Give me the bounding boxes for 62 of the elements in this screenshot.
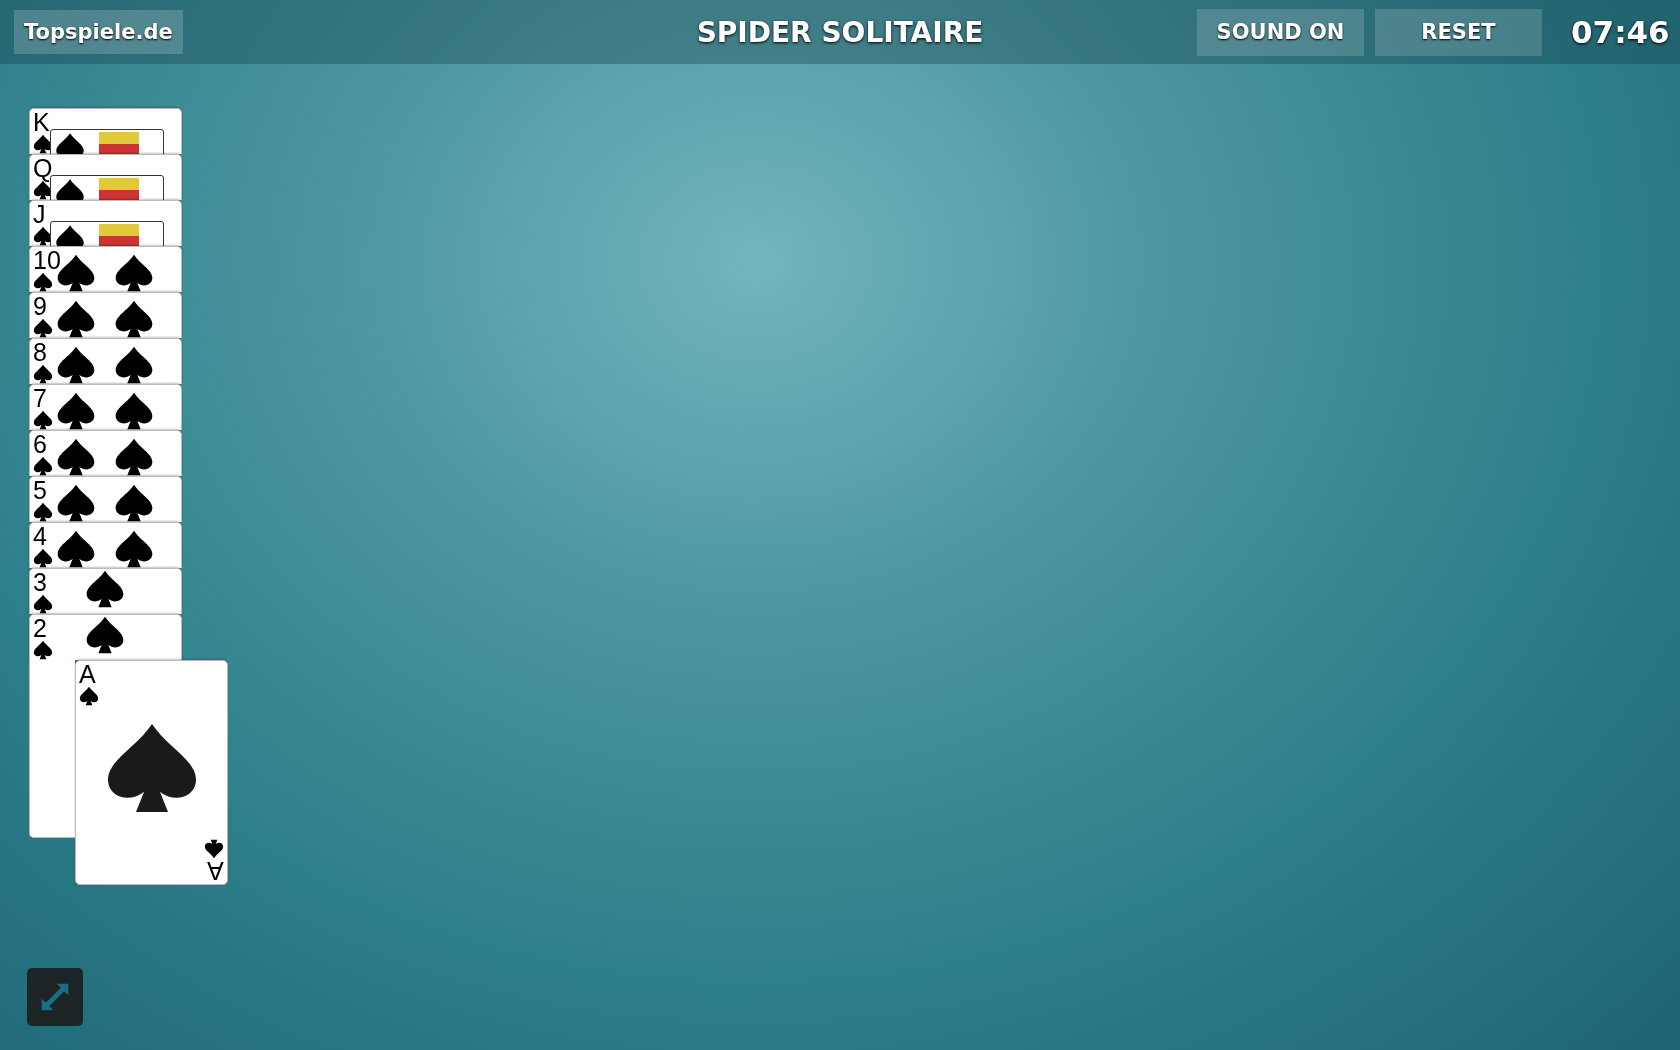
spade-icon <box>33 502 53 522</box>
playing-card[interactable]: 9 <box>29 292 182 338</box>
playing-card[interactable]: K <box>29 108 182 154</box>
playing-card[interactable]: 5 <box>29 476 182 522</box>
playing-card[interactable]: 6 <box>29 430 182 476</box>
card-rank: J <box>33 201 46 227</box>
playing-card[interactable]: 4 <box>29 522 182 568</box>
card-rank: Q <box>33 155 53 181</box>
card-rank: A <box>207 858 224 884</box>
card-rank: 10 <box>33 247 61 273</box>
playing-card[interactable]: A A <box>75 660 228 885</box>
card-rank: 3 <box>33 569 47 595</box>
playing-card[interactable]: J <box>29 200 182 246</box>
spade-icon <box>33 364 53 384</box>
spade-icon <box>56 345 96 384</box>
playing-card[interactable]: 7 <box>29 384 182 430</box>
timer: 07:46 <box>1571 14 1666 50</box>
spade-icon <box>33 594 53 614</box>
spade-icon <box>204 839 224 859</box>
spade-icon <box>79 686 99 706</box>
spade-icon <box>33 318 53 338</box>
spade-icon <box>33 226 53 246</box>
spade-icon <box>33 272 53 292</box>
spade-icon <box>33 410 53 430</box>
card-rank: 2 <box>33 615 47 641</box>
spade-icon <box>33 456 53 476</box>
spade-icon <box>56 437 96 476</box>
playing-card[interactable]: Q <box>29 154 182 200</box>
card-rank: 8 <box>33 339 47 365</box>
card-rank: 4 <box>33 523 47 549</box>
spade-icon <box>33 134 53 154</box>
game-title: SPIDER SOLITAIRE <box>696 15 984 49</box>
card-rank: 5 <box>33 477 47 503</box>
spade-icon <box>33 180 53 200</box>
card-rank: 6 <box>33 431 47 457</box>
header-button[interactable]: SOUND ON <box>1197 8 1364 56</box>
fullscreen-icon[interactable] <box>27 968 83 1026</box>
spade-icon <box>85 615 125 655</box>
card-rank: 7 <box>33 385 47 411</box>
spade-icon <box>114 345 154 384</box>
spade-icon <box>85 569 125 609</box>
spade-icon <box>114 529 154 568</box>
card-rank: A <box>79 661 96 687</box>
playing-card[interactable]: 10 <box>29 246 182 292</box>
spade-icon <box>114 299 154 338</box>
playing-card[interactable]: 2 <box>29 614 182 660</box>
card-rank: 9 <box>33 293 47 319</box>
spade-icon <box>33 640 53 660</box>
spade-icon <box>114 253 154 292</box>
spade-icon <box>114 437 154 476</box>
spade-icon <box>114 391 154 430</box>
playing-card[interactable]: 3 <box>29 568 182 614</box>
site-logo[interactable]: Topspiele.de <box>14 10 183 54</box>
playing-card[interactable]: 8 <box>29 338 182 384</box>
spade-icon <box>56 299 96 338</box>
header-button[interactable]: RESET <box>1375 8 1542 56</box>
spade-icon <box>56 391 96 430</box>
spade-icon <box>56 483 96 522</box>
spade-icon <box>56 529 96 568</box>
spade-icon <box>33 548 53 568</box>
spade-icon <box>114 483 154 522</box>
card-rank: K <box>33 109 50 135</box>
